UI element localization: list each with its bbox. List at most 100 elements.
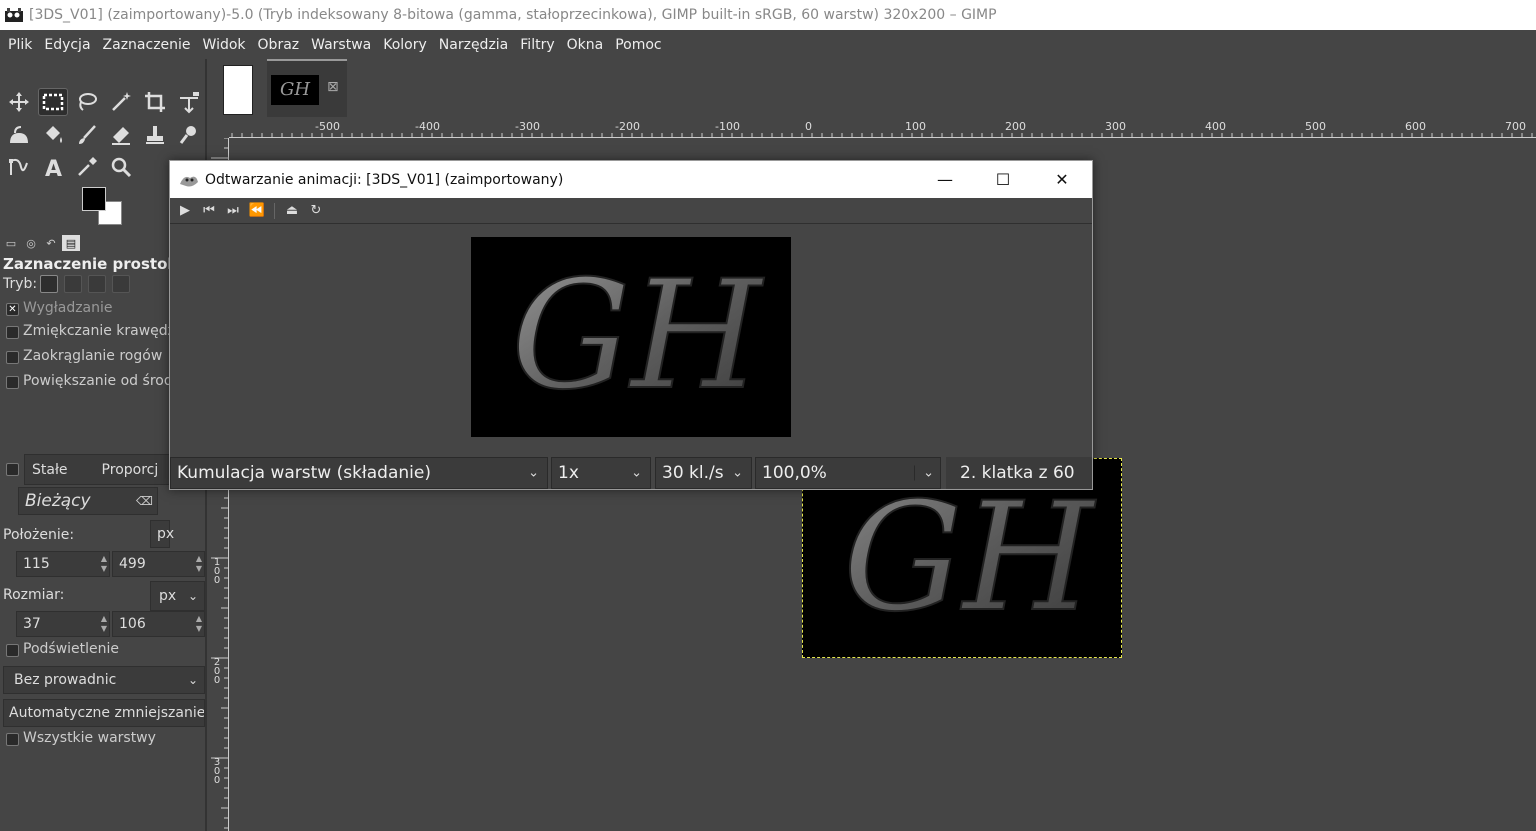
mode-intersect-icon[interactable] bbox=[112, 275, 130, 293]
speed-select[interactable]: 1x ⌄ bbox=[551, 457, 651, 489]
clear-icon[interactable]: ⌫ bbox=[136, 494, 153, 508]
warp-tool-icon[interactable] bbox=[4, 121, 34, 149]
fps-select[interactable]: 30 kl./s ⌄ bbox=[655, 457, 752, 489]
rewind-icon[interactable]: ⏮ bbox=[200, 203, 218, 218]
color-picker-tool-icon[interactable] bbox=[72, 153, 102, 181]
ruler-label: -200 bbox=[615, 120, 640, 133]
eraser-tool-icon[interactable] bbox=[106, 121, 136, 149]
minimize-icon[interactable]: — bbox=[916, 161, 974, 198]
guides-select[interactable]: Bez prowadnic ⌄ bbox=[3, 666, 205, 694]
ruler-label: 400 bbox=[1205, 120, 1226, 133]
crop-tool-icon[interactable] bbox=[140, 88, 170, 116]
size-unit-select[interactable]: px ⌄ bbox=[150, 581, 205, 611]
image-tab-white-thumbnail[interactable] bbox=[223, 65, 253, 115]
menu-tools[interactable]: Narzędzia bbox=[433, 37, 514, 53]
zoom-value: 100,0% bbox=[762, 463, 827, 483]
menu-view[interactable]: Widok bbox=[197, 37, 252, 53]
ruler-label: 100 bbox=[905, 120, 926, 133]
mode-label: Tryb: bbox=[3, 276, 38, 292]
undo-history-tab-icon[interactable]: ↶ bbox=[42, 235, 60, 251]
images-tab-icon[interactable]: ▤ bbox=[62, 235, 80, 251]
tool-options-tab-icon[interactable]: ▭ bbox=[2, 235, 20, 251]
ruler-label: 3 0 0 bbox=[213, 757, 221, 786]
smudge-tool-icon[interactable] bbox=[174, 121, 204, 149]
size-w-field[interactable]: 37 ▲ ▼ bbox=[16, 611, 110, 637]
tool-options-title: Zaznaczenie prostok bbox=[3, 255, 171, 273]
fuzzy-select-tool-icon[interactable] bbox=[106, 88, 136, 116]
layer-mode-value: Kumulacja warstw (składanie) bbox=[177, 463, 431, 483]
all-layers-checkbox[interactable] bbox=[6, 733, 19, 746]
menu-layer[interactable]: Warstwa bbox=[305, 37, 377, 53]
rounded-corners-checkbox[interactable] bbox=[6, 351, 19, 364]
menu-edit[interactable]: Edycja bbox=[38, 37, 96, 53]
lasso-tool-icon[interactable] bbox=[72, 88, 102, 116]
step-back-icon[interactable]: ⏪ bbox=[248, 203, 266, 218]
menu-colors[interactable]: Kolory bbox=[377, 37, 433, 53]
reload-icon[interactable]: ↻ bbox=[307, 203, 325, 218]
clone-tool-icon[interactable] bbox=[140, 121, 170, 149]
mode-add-icon[interactable] bbox=[64, 275, 82, 293]
mode-replace-icon[interactable] bbox=[40, 275, 58, 293]
mode-subtract-icon[interactable] bbox=[88, 275, 106, 293]
dock-tabs: ▭ ◎ ↶ ▤ bbox=[2, 235, 80, 251]
feather-checkbox[interactable] bbox=[6, 326, 19, 339]
fixed-toggle[interactable]: Stałe Proporcj bbox=[24, 454, 170, 485]
menu-image[interactable]: Obraz bbox=[252, 37, 306, 53]
layer-mode-select[interactable]: Kumulacja warstw (składanie) ⌄ bbox=[170, 457, 548, 489]
size-h-spinner[interactable]: ▲ ▼ bbox=[196, 612, 202, 636]
menu-windows[interactable]: Okna bbox=[561, 37, 610, 53]
svg-text:A: A bbox=[45, 157, 62, 179]
step-forward-icon[interactable]: ⏭ bbox=[224, 203, 242, 218]
antialias-checkbox[interactable]: ✕ bbox=[6, 303, 19, 316]
horizontal-ruler[interactable]: -500 -400 -300 -200 -100 0 100 200 300 4… bbox=[229, 118, 1536, 138]
device-status-tab-icon[interactable]: ◎ bbox=[22, 235, 40, 251]
expand-center-checkbox[interactable] bbox=[6, 376, 19, 389]
size-h-field[interactable]: 106 ▲ ▼ bbox=[112, 611, 205, 637]
paintbrush-tool-icon[interactable] bbox=[72, 121, 102, 149]
bucket-fill-tool-icon[interactable] bbox=[38, 121, 68, 149]
fixed-checkbox[interactable] bbox=[6, 463, 19, 476]
paths-tool-icon[interactable] bbox=[4, 153, 34, 181]
close-tab-icon[interactable]: ⊠ bbox=[327, 79, 339, 95]
image-tab-active[interactable]: GH ⊠ bbox=[267, 59, 347, 117]
ruler-label: 500 bbox=[1305, 120, 1326, 133]
close-icon[interactable]: ✕ bbox=[1033, 161, 1091, 198]
position-y-spinner[interactable]: ▲ ▼ bbox=[196, 552, 202, 576]
chevron-down-icon: ⌄ bbox=[914, 465, 934, 481]
text-tool-icon[interactable]: A bbox=[38, 153, 68, 181]
dialog-title: Odtwarzanie animacji: [3DS_V01] (zaimpor… bbox=[205, 171, 564, 188]
foreground-color-swatch[interactable] bbox=[82, 187, 106, 211]
menu-file[interactable]: Plik bbox=[2, 37, 38, 53]
autoshrink-button[interactable]: Automatyczne zmniejszanie bbox=[3, 699, 205, 727]
expand-center-label: Powiększanie od środ bbox=[23, 373, 173, 389]
zoom-tool-icon[interactable] bbox=[106, 153, 136, 181]
preset-input[interactable]: Bieżący ⌫ bbox=[18, 487, 158, 515]
unified-transform-tool-icon[interactable] bbox=[174, 88, 204, 116]
ruler-corner[interactable] bbox=[209, 118, 229, 138]
ruler-label: 600 bbox=[1405, 120, 1426, 133]
position-unit-value: px bbox=[157, 526, 175, 542]
size-w-value: 37 bbox=[23, 616, 41, 632]
position-x-spinner[interactable]: ▲ ▼ bbox=[101, 552, 107, 576]
menu-filters[interactable]: Filtry bbox=[514, 37, 560, 53]
highlight-checkbox[interactable] bbox=[6, 644, 19, 657]
rect-select-tool-icon[interactable] bbox=[38, 88, 68, 116]
position-x-field[interactable]: 115 ▲ ▼ bbox=[16, 551, 110, 577]
menu-help[interactable]: Pomoc bbox=[609, 37, 667, 53]
all-layers-label: Wszystkie warstwy bbox=[23, 730, 156, 746]
fg-bg-color-selector[interactable] bbox=[82, 187, 126, 227]
position-y-field[interactable]: 499 ▲ ▼ bbox=[112, 551, 205, 577]
maximize-icon[interactable]: ☐ bbox=[974, 161, 1032, 198]
size-w-spinner[interactable]: ▲ ▼ bbox=[101, 612, 107, 636]
image-tab-thumbnail: GH bbox=[271, 75, 319, 105]
menu-select[interactable]: Zaznaczenie bbox=[97, 37, 197, 53]
zoom-select[interactable]: 100,0% ⌄ bbox=[755, 457, 941, 489]
detach-icon[interactable]: ⏏ bbox=[283, 203, 301, 218]
move-tool-icon[interactable] bbox=[4, 88, 34, 116]
animation-frame[interactable]: GH bbox=[471, 237, 791, 437]
chevron-down-icon: ⌄ bbox=[631, 465, 642, 481]
play-icon[interactable]: ▶ bbox=[176, 203, 194, 218]
canvas-image-text: GH bbox=[843, 471, 1097, 645]
chevron-down-icon: ⌄ bbox=[187, 589, 198, 603]
position-unit-select[interactable]: px bbox=[150, 520, 174, 548]
